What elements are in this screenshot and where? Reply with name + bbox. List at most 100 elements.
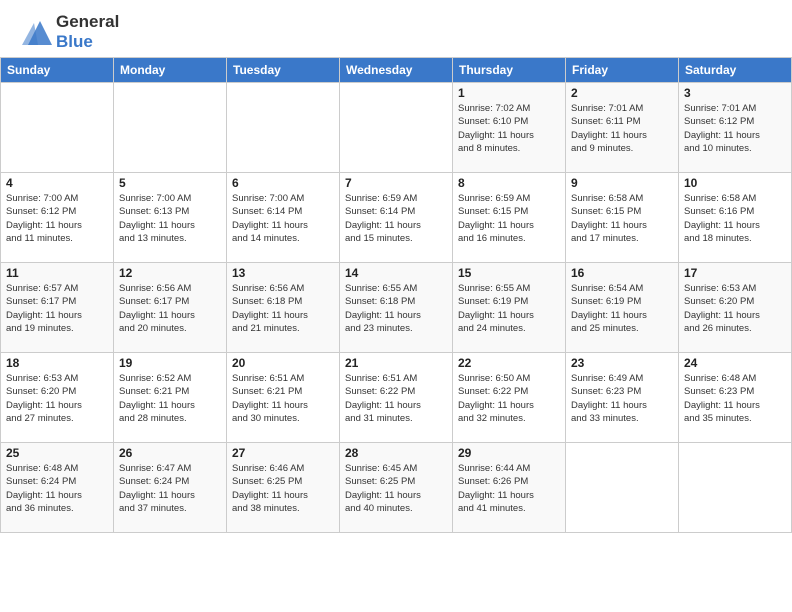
calendar-week-row: 25 Sunrise: 6:48 AM Sunset: 6:24 PM Dayli… bbox=[1, 443, 792, 533]
logo-line2: Blue bbox=[56, 32, 119, 52]
calendar-cell bbox=[566, 443, 679, 533]
day-number: 22 bbox=[458, 356, 560, 370]
day-number: 26 bbox=[119, 446, 221, 460]
calendar-cell: 1 Sunrise: 7:02 AM Sunset: 6:10 PM Daylig… bbox=[453, 83, 566, 173]
calendar-cell bbox=[227, 83, 340, 173]
calendar-cell: 9 Sunrise: 6:58 AM Sunset: 6:15 PM Daylig… bbox=[566, 173, 679, 263]
day-of-week-header: Monday bbox=[114, 58, 227, 83]
day-info: Sunrise: 7:00 AM Sunset: 6:13 PM Dayligh… bbox=[119, 192, 221, 245]
day-number: 27 bbox=[232, 446, 334, 460]
day-number: 8 bbox=[458, 176, 560, 190]
calendar-cell: 8Sunrise: 6:59 AM Sunset: 6:15 PM Daylig… bbox=[453, 173, 566, 263]
day-number: 2 bbox=[571, 86, 673, 100]
day-info: Sunrise: 6:58 AM Sunset: 6:15 PM Dayligh… bbox=[571, 192, 673, 245]
day-number: 12 bbox=[119, 266, 221, 280]
logo-line1: General bbox=[56, 12, 119, 32]
calendar-cell: 7 Sunrise: 6:59 AM Sunset: 6:14 PM Daylig… bbox=[340, 173, 453, 263]
day-info: Sunrise: 6:51 AM Sunset: 6:21 PM Dayligh… bbox=[232, 372, 334, 425]
day-number: 16 bbox=[571, 266, 673, 280]
day-of-week-header: Friday bbox=[566, 58, 679, 83]
day-number: 6 bbox=[232, 176, 334, 190]
calendar-cell: 21 Sunrise: 6:51 AM Sunset: 6:22 PM Dayli… bbox=[340, 353, 453, 443]
day-number: 18 bbox=[6, 356, 108, 370]
day-of-week-header: Sunday bbox=[1, 58, 114, 83]
day-info: Sunrise: 6:56 AM Sunset: 6:18 PM Dayligh… bbox=[232, 282, 334, 335]
day-info: Sunrise: 6:48 AM Sunset: 6:24 PM Dayligh… bbox=[6, 462, 108, 515]
day-info: Sunrise: 7:00 AM Sunset: 6:12 PM Dayligh… bbox=[6, 192, 108, 245]
day-info: Sunrise: 6:54 AM Sunset: 6:19 PM Dayligh… bbox=[571, 282, 673, 335]
calendar-cell: 14 Sunrise: 6:55 AM Sunset: 6:18 PM Dayli… bbox=[340, 263, 453, 353]
day-of-week-header: Tuesday bbox=[227, 58, 340, 83]
day-info: Sunrise: 6:48 AM Sunset: 6:23 PM Dayligh… bbox=[684, 372, 786, 425]
calendar-cell bbox=[114, 83, 227, 173]
calendar-cell: 5 Sunrise: 7:00 AM Sunset: 6:13 PM Daylig… bbox=[114, 173, 227, 263]
day-info: Sunrise: 6:45 AM Sunset: 6:25 PM Dayligh… bbox=[345, 462, 447, 515]
calendar-cell: 25 Sunrise: 6:48 AM Sunset: 6:24 PM Dayli… bbox=[1, 443, 114, 533]
calendar-cell: 19Sunrise: 6:52 AM Sunset: 6:21 PM Dayli… bbox=[114, 353, 227, 443]
calendar-header-row: SundayMondayTuesdayWednesdayThursdayFrid… bbox=[1, 58, 792, 83]
day-number: 24 bbox=[684, 356, 786, 370]
day-number: 7 bbox=[345, 176, 447, 190]
calendar-cell: 4 Sunrise: 7:00 AM Sunset: 6:12 PM Daylig… bbox=[1, 173, 114, 263]
calendar-cell: 28 Sunrise: 6:45 AM Sunset: 6:25 PM Dayli… bbox=[340, 443, 453, 533]
day-info: Sunrise: 7:01 AM Sunset: 6:12 PM Dayligh… bbox=[684, 102, 786, 155]
day-info: Sunrise: 6:57 AM Sunset: 6:17 PM Dayligh… bbox=[6, 282, 108, 335]
day-number: 25 bbox=[6, 446, 108, 460]
calendar-cell: 24 Sunrise: 6:48 AM Sunset: 6:23 PM Dayli… bbox=[679, 353, 792, 443]
calendar-cell: 12 Sunrise: 6:56 AM Sunset: 6:17 PM Dayli… bbox=[114, 263, 227, 353]
day-of-week-header: Thursday bbox=[453, 58, 566, 83]
day-info: Sunrise: 6:53 AM Sunset: 6:20 PM Dayligh… bbox=[684, 282, 786, 335]
calendar-cell: 13 Sunrise: 6:56 AM Sunset: 6:18 PM Dayli… bbox=[227, 263, 340, 353]
day-info: Sunrise: 6:47 AM Sunset: 6:24 PM Dayligh… bbox=[119, 462, 221, 515]
logo: General Blue bbox=[18, 12, 119, 51]
calendar-cell: 29 Sunrise: 6:44 AM Sunset: 6:26 PM Dayli… bbox=[453, 443, 566, 533]
day-number: 1 bbox=[458, 86, 560, 100]
day-info: Sunrise: 7:02 AM Sunset: 6:10 PM Dayligh… bbox=[458, 102, 560, 155]
day-info: Sunrise: 6:50 AM Sunset: 6:22 PM Dayligh… bbox=[458, 372, 560, 425]
calendar-week-row: 4 Sunrise: 7:00 AM Sunset: 6:12 PM Daylig… bbox=[1, 173, 792, 263]
day-number: 5 bbox=[119, 176, 221, 190]
calendar-cell bbox=[340, 83, 453, 173]
day-number: 28 bbox=[345, 446, 447, 460]
day-number: 3 bbox=[684, 86, 786, 100]
day-of-week-header: Saturday bbox=[679, 58, 792, 83]
day-number: 10 bbox=[684, 176, 786, 190]
calendar-cell: 3 Sunrise: 7:01 AM Sunset: 6:12 PM Daylig… bbox=[679, 83, 792, 173]
day-number: 9 bbox=[571, 176, 673, 190]
header: General Blue bbox=[0, 0, 792, 57]
day-info: Sunrise: 6:51 AM Sunset: 6:22 PM Dayligh… bbox=[345, 372, 447, 425]
day-number: 29 bbox=[458, 446, 560, 460]
calendar: SundayMondayTuesdayWednesdayThursdayFrid… bbox=[0, 57, 792, 533]
day-info: Sunrise: 6:44 AM Sunset: 6:26 PM Dayligh… bbox=[458, 462, 560, 515]
day-info: Sunrise: 6:55 AM Sunset: 6:18 PM Dayligh… bbox=[345, 282, 447, 335]
calendar-cell: 20Sunrise: 6:51 AM Sunset: 6:21 PM Dayli… bbox=[227, 353, 340, 443]
day-info: Sunrise: 6:53 AM Sunset: 6:20 PM Dayligh… bbox=[6, 372, 108, 425]
calendar-week-row: 1 Sunrise: 7:02 AM Sunset: 6:10 PM Daylig… bbox=[1, 83, 792, 173]
day-number: 21 bbox=[345, 356, 447, 370]
calendar-cell: 2 Sunrise: 7:01 AM Sunset: 6:11 PM Daylig… bbox=[566, 83, 679, 173]
calendar-cell: 6Sunrise: 7:00 AM Sunset: 6:14 PM Daylig… bbox=[227, 173, 340, 263]
day-info: Sunrise: 6:56 AM Sunset: 6:17 PM Dayligh… bbox=[119, 282, 221, 335]
day-number: 13 bbox=[232, 266, 334, 280]
day-number: 14 bbox=[345, 266, 447, 280]
logo-icon bbox=[18, 17, 54, 47]
day-number: 23 bbox=[571, 356, 673, 370]
calendar-cell: 27 Sunrise: 6:46 AM Sunset: 6:25 PM Dayli… bbox=[227, 443, 340, 533]
calendar-cell: 15Sunrise: 6:55 AM Sunset: 6:19 PM Dayli… bbox=[453, 263, 566, 353]
day-info: Sunrise: 7:01 AM Sunset: 6:11 PM Dayligh… bbox=[571, 102, 673, 155]
calendar-cell: 16 Sunrise: 6:54 AM Sunset: 6:19 PM Dayli… bbox=[566, 263, 679, 353]
day-number: 4 bbox=[6, 176, 108, 190]
day-number: 11 bbox=[6, 266, 108, 280]
calendar-cell: 23 Sunrise: 6:49 AM Sunset: 6:23 PM Dayli… bbox=[566, 353, 679, 443]
calendar-cell bbox=[679, 443, 792, 533]
calendar-cell: 17Sunrise: 6:53 AM Sunset: 6:20 PM Dayli… bbox=[679, 263, 792, 353]
calendar-cell bbox=[1, 83, 114, 173]
calendar-cell: 18 Sunrise: 6:53 AM Sunset: 6:20 PM Dayli… bbox=[1, 353, 114, 443]
day-info: Sunrise: 6:49 AM Sunset: 6:23 PM Dayligh… bbox=[571, 372, 673, 425]
day-info: Sunrise: 6:46 AM Sunset: 6:25 PM Dayligh… bbox=[232, 462, 334, 515]
day-number: 19 bbox=[119, 356, 221, 370]
calendar-cell: 10Sunrise: 6:58 AM Sunset: 6:16 PM Dayli… bbox=[679, 173, 792, 263]
day-number: 15 bbox=[458, 266, 560, 280]
day-info: Sunrise: 6:59 AM Sunset: 6:14 PM Dayligh… bbox=[345, 192, 447, 245]
calendar-cell: 26 Sunrise: 6:47 AM Sunset: 6:24 PM Dayli… bbox=[114, 443, 227, 533]
